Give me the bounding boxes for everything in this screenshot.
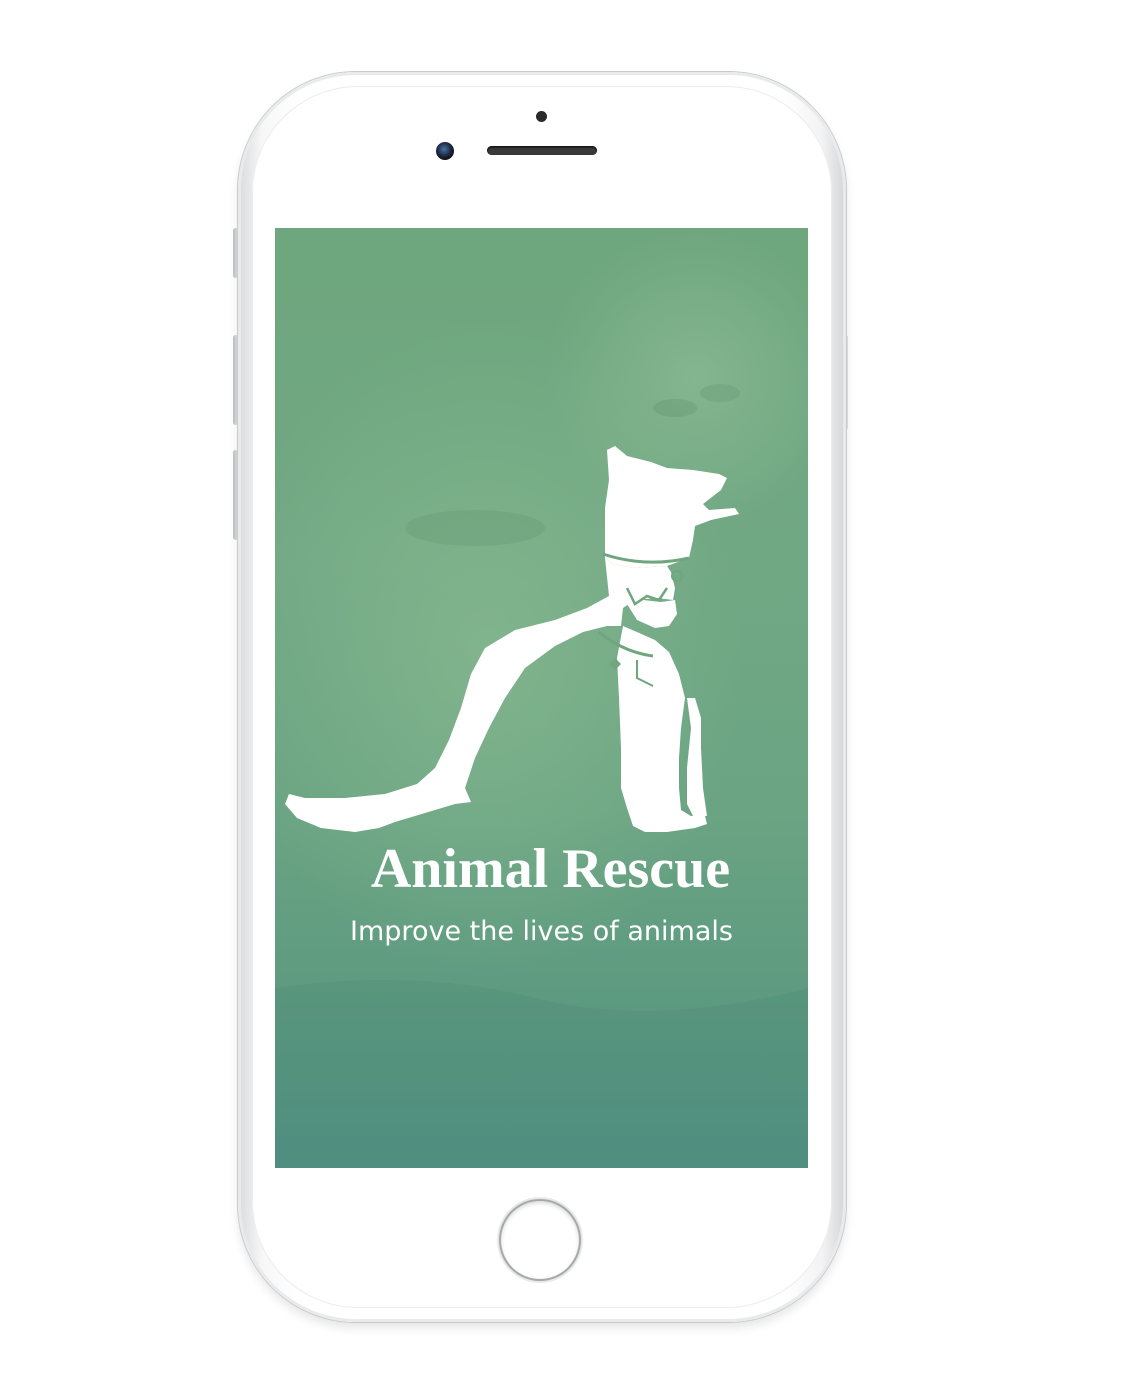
splash-screen: Animal Rescue Improve the lives of anima… (275, 228, 808, 1168)
earpiece-speaker (487, 146, 597, 155)
mockup-stage: Animal Rescue Improve the lives of anima… (0, 0, 1140, 1400)
dog-and-cat-silhouette-icon (285, 446, 739, 832)
app-title: Animal Rescue (370, 838, 731, 900)
app-tagline: Improve the lives of animals (350, 916, 733, 947)
home-button[interactable] (501, 1201, 579, 1279)
proximity-sensor (536, 111, 547, 122)
front-camera (436, 142, 454, 160)
